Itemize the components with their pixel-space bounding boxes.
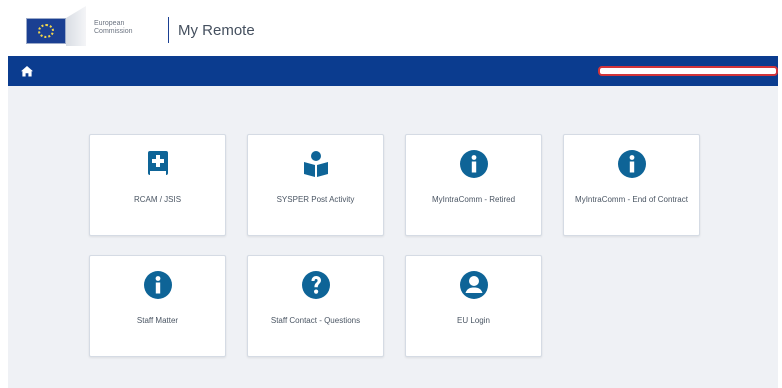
navbar bbox=[8, 56, 778, 86]
main-content: RCAM / JSIS SYSPER Post Activity MyIntra… bbox=[8, 86, 778, 388]
info-icon bbox=[143, 271, 172, 299]
tile-rcam-jsis[interactable]: RCAM / JSIS bbox=[89, 134, 226, 236]
tile-staff-contact-questions[interactable]: Staff Contact - Questions bbox=[247, 255, 384, 357]
tile-label: SYSPER Post Activity bbox=[276, 195, 355, 204]
header: European Commission My Remote bbox=[0, 0, 782, 56]
info-icon bbox=[617, 150, 646, 178]
tile-myintracomm-end-of-contract[interactable]: MyIntraComm - End of Contract bbox=[563, 134, 700, 236]
eu-stars bbox=[38, 24, 54, 38]
tile-staff-matter[interactable]: Staff Matter bbox=[89, 255, 226, 357]
medical-book-icon bbox=[147, 151, 168, 175]
eu-flag-logo bbox=[26, 18, 66, 44]
tile-label: RCAM / JSIS bbox=[133, 195, 182, 204]
tile-label: Staff Matter bbox=[136, 316, 179, 325]
tile-eu-login[interactable]: EU Login bbox=[405, 255, 542, 357]
commission-logo-shape bbox=[66, 6, 86, 46]
user-icon bbox=[459, 271, 488, 299]
question-icon bbox=[301, 271, 330, 299]
user-menu-bar[interactable] bbox=[598, 66, 778, 76]
tile-label: Staff Contact - Questions bbox=[270, 316, 361, 325]
app-title: My Remote bbox=[178, 22, 255, 39]
tile-myintracomm-retired[interactable]: MyIntraComm - Retired bbox=[405, 134, 542, 236]
logo-separator bbox=[168, 17, 169, 43]
tile-label: MyIntraComm - Retired bbox=[431, 195, 516, 204]
logo-text: European Commission bbox=[94, 20, 133, 35]
tile-label: EU Login bbox=[457, 316, 490, 325]
reader-icon bbox=[303, 151, 328, 177]
home-icon[interactable] bbox=[20, 64, 34, 78]
tile-sysper-post-activity[interactable]: SYSPER Post Activity bbox=[247, 134, 384, 236]
tile-label: MyIntraComm - End of Contract bbox=[575, 195, 688, 204]
info-icon bbox=[459, 150, 488, 178]
